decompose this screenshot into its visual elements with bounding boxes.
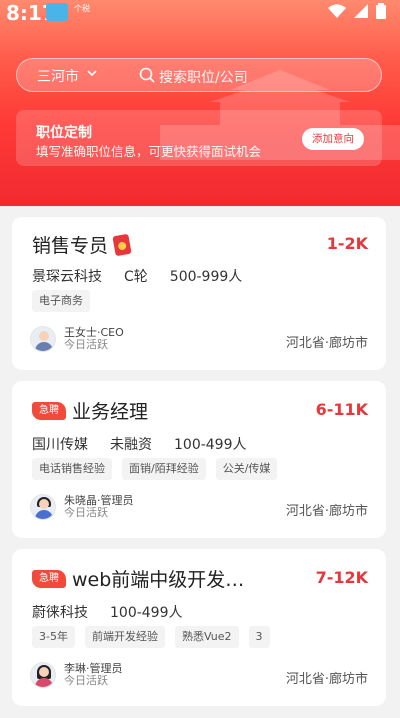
funding-stage: C轮 — [124, 269, 148, 285]
active-status: 今日活跃 — [64, 674, 108, 687]
job-card[interactable]: 销售专员 1-2K 景琛云科技 C轮 500-999人 电子商务 王女士·CEO… — [12, 217, 386, 370]
search-bar[interactable]: 三河市 搜索职位/公司 — [16, 58, 382, 92]
job-tag: 前端开发经验 — [84, 626, 165, 648]
job-location: 河北省·廊坊市 — [285, 672, 368, 687]
tax-app-icon: 个税 — [74, 4, 90, 13]
job-title: web前端中级开发… — [72, 569, 245, 591]
job-location: 河北省·廊坊市 — [285, 504, 368, 519]
customize-subtitle: 填写准确职位信息，可更快获得面试机会 — [36, 144, 262, 159]
salary: 6-11K — [315, 400, 368, 419]
company-size: 100-499人 — [174, 437, 247, 453]
city-selector[interactable]: 三河市 — [37, 66, 79, 86]
job-card[interactable]: 急聘 web前端中级开发… 7-12K 蔚徕科技 100-499人 3-5年 前… — [12, 549, 386, 706]
urgent-badge: 急聘 — [32, 569, 66, 588]
hero-banner — [0, 0, 400, 206]
active-status: 今日活跃 — [64, 506, 108, 519]
customize-title: 职位定制 — [36, 125, 92, 141]
company-name: 景琛云科技 — [32, 269, 102, 285]
active-status: 今日活跃 — [64, 338, 108, 351]
search-icon — [139, 67, 155, 83]
job-tag: 公关/传媒 — [215, 458, 278, 480]
signal-icon — [354, 4, 368, 18]
job-location: 河北省·廊坊市 — [285, 336, 368, 351]
red-packet-icon — [112, 233, 132, 256]
job-tag: 电话销售经验 — [32, 458, 112, 480]
job-tag: 3-5年 — [32, 626, 75, 648]
add-intention-button[interactable]: 添加意向 — [302, 128, 364, 150]
chevron-down-icon[interactable] — [87, 70, 97, 78]
job-title: 销售专员 — [32, 235, 109, 257]
job-tag: 3 — [248, 626, 270, 648]
app-notification-icon — [46, 3, 68, 21]
job-title: 业务经理 — [72, 401, 149, 423]
avatar — [30, 326, 56, 352]
search-input[interactable]: 搜索职位/公司 — [159, 67, 248, 87]
job-card[interactable]: 急聘 业务经理 6-11K 国川传媒 未融资 100-499人 电话销售经验 面… — [12, 381, 386, 538]
avatar — [30, 662, 56, 688]
job-customize-banner[interactable]: 职位定制 填写准确职位信息，可更快获得面试机会 添加意向 — [16, 110, 382, 166]
funding-stage: 未融资 — [110, 437, 152, 453]
urgent-badge: 急聘 — [32, 401, 66, 420]
company-size: 100-499人 — [110, 605, 183, 621]
status-bar: 8:17 个税 — [0, 0, 400, 25]
company-name: 蔚徕科技 — [32, 605, 88, 621]
company-name: 国川传媒 — [32, 437, 88, 453]
company-size: 500-999人 — [169, 269, 243, 285]
job-tag: 面销/陌拜经验 — [122, 458, 206, 480]
job-tag: 熟悉Vue2 — [174, 626, 239, 648]
battery-icon — [376, 3, 386, 19]
avatar — [30, 494, 56, 520]
salary: 1-2K — [326, 234, 368, 253]
job-tag: 电子商务 — [32, 290, 90, 312]
salary: 7-12K — [315, 568, 368, 587]
wifi-icon — [328, 4, 346, 18]
